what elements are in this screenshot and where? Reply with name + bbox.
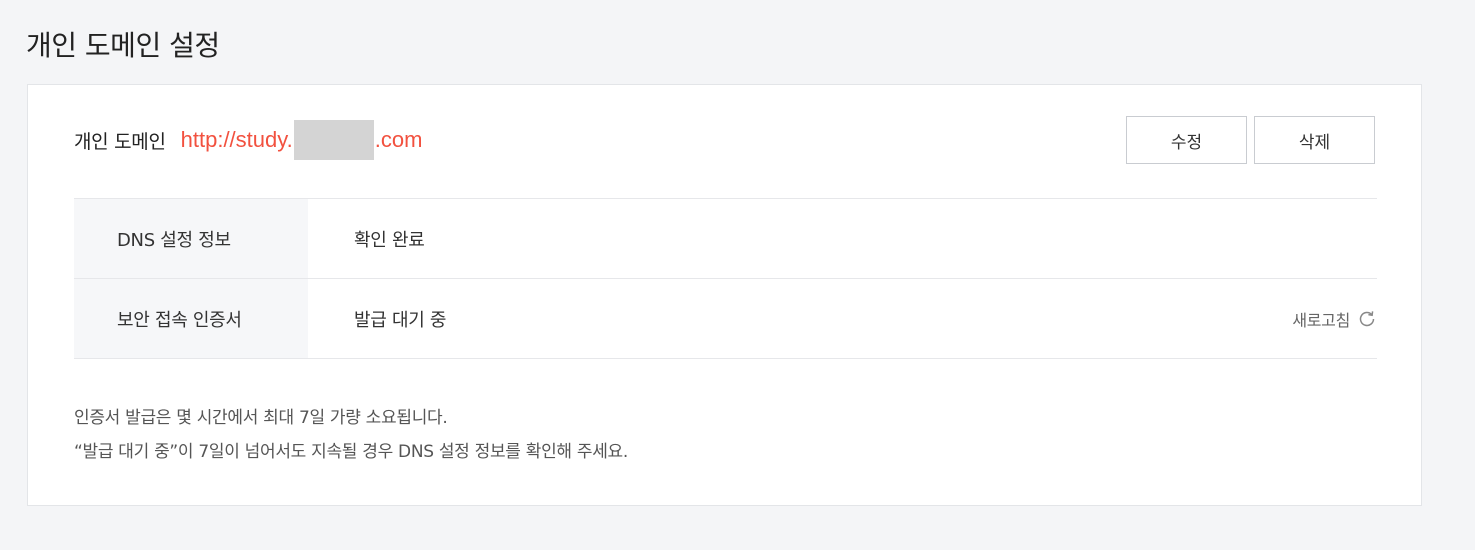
notes: 인증서 발급은 몇 시간에서 최대 7일 가량 소요됩니다. “발급 대기 중”… [74,401,628,469]
domain-url-prefix: http://study. [180,127,293,152]
domain-row: 개인 도메인 http://study. .com 수정 삭제 [74,115,1375,165]
domain-url-suffix: .com [374,127,423,152]
edit-button[interactable]: 수정 [1126,116,1247,164]
note-line: 인증서 발급은 몇 시간에서 최대 7일 가량 소요됩니다. [74,408,448,428]
domain-label: 개인 도메인 [74,130,166,153]
refresh-icon [1357,309,1377,329]
domain-url[interactable]: http://study. .com [180,120,423,160]
refresh-button[interactable]: 새로고침 [1292,307,1377,331]
domain-actions: 수정 삭제 [1126,116,1375,164]
note-line: “발급 대기 중”이 7일이 넘어서도 지속될 경우 DNS 설정 정보를 확인… [74,442,628,462]
delete-button[interactable]: 삭제 [1254,116,1375,164]
table-row-dns: DNS 설정 정보 확인 완료 [74,199,1377,279]
dns-status: 확인 완료 [354,229,425,251]
dns-status-cell: 확인 완료 [308,199,1377,278]
certificate-label: 보안 접속 인증서 [74,279,308,358]
table-row-certificate: 보안 접속 인증서 발급 대기 중 새로고침 [74,279,1377,359]
dns-label: DNS 설정 정보 [74,199,308,278]
redacted-mask [293,120,374,160]
domain-settings-card: 개인 도메인 http://study. .com 수정 삭제 DNS 설정 정… [27,84,1422,506]
certificate-status-cell: 발급 대기 중 새로고침 [308,279,1377,358]
refresh-label: 새로고침 [1292,310,1350,330]
page-title: 개인 도메인 설정 [26,29,220,62]
certificate-status: 발급 대기 중 [354,309,447,331]
domain-info-table: DNS 설정 정보 확인 완료 보안 접속 인증서 발급 대기 중 새로고침 [74,198,1377,359]
